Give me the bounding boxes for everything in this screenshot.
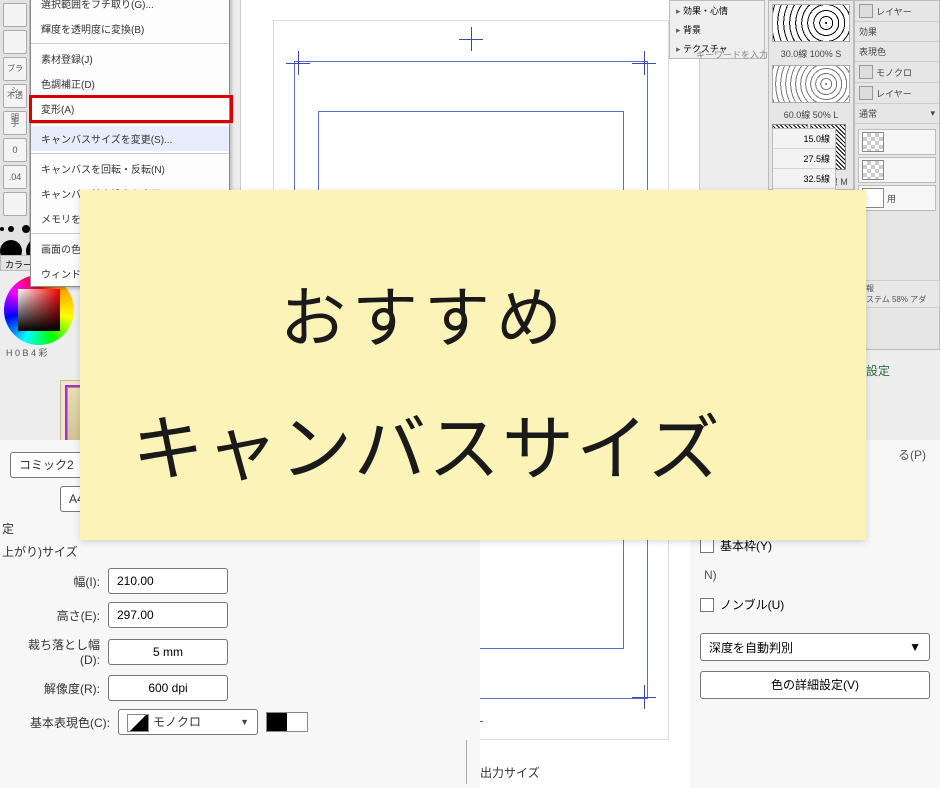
resolution-label: 解像度(R): (10, 680, 100, 697)
crop-mark (286, 51, 310, 75)
list-item[interactable]: 効果・心情 (670, 1, 764, 20)
display-color-row: 表現色 (855, 42, 939, 62)
tool-button[interactable]: ブラシ (3, 57, 27, 81)
crop-mark (632, 51, 656, 75)
annotation-text-line2: キャンバスサイズ (132, 390, 722, 495)
suffix-n: N) (690, 568, 940, 582)
mono-icon (859, 65, 873, 79)
color-readout: H 0 B 4 彩 (6, 346, 48, 359)
section-label: 上がり)サイズ (2, 543, 480, 560)
height-input[interactable] (108, 602, 228, 628)
layer-thumb (862, 160, 884, 180)
depth-dropdown[interactable]: 深度を自動判別▼ (700, 633, 930, 661)
annotation-text-line1: おすすめ (280, 265, 568, 361)
checkbox-icon (700, 598, 714, 612)
tone-caption: 30.0線 100% S (769, 45, 853, 62)
checkbox-icon (700, 539, 714, 553)
crop-mark (632, 685, 656, 709)
width-input[interactable] (108, 568, 228, 594)
tool-button[interactable] (3, 30, 27, 54)
layer-icon (859, 4, 873, 18)
basecolor-dropdown[interactable]: モノクロ ▼ (118, 709, 258, 735)
menu-item[interactable]: 変形(A) (31, 96, 229, 121)
info-tab[interactable]: 情報システム 58% アダ (854, 280, 940, 308)
tool-button[interactable]: 不透明 (3, 84, 27, 108)
divider (466, 740, 467, 784)
color-detail-button[interactable]: 色の詳細設定(V) (700, 671, 930, 699)
menu-item-change-canvas-size[interactable]: キャンバスサイズを変更(S)... (31, 126, 229, 151)
stack-icon (859, 86, 873, 100)
crop-mark (459, 27, 483, 51)
width-label: 幅(I): (10, 573, 100, 590)
tone-swatch[interactable] (772, 65, 850, 103)
tool-button[interactable] (3, 192, 27, 216)
tool-button[interactable]: 0 (3, 138, 27, 162)
tone-swatch[interactable] (772, 4, 850, 42)
basecolor-label: 基本表現色(C): (10, 714, 110, 731)
bleed-label: 裁ち落とし幅(D): (10, 636, 100, 667)
layer-row[interactable] (858, 157, 936, 183)
menu-item[interactable]: 色調補正(D) (31, 71, 229, 96)
tool-button[interactable]: 手 (3, 111, 27, 135)
layer-thumb (862, 132, 884, 152)
layer-row[interactable] (858, 129, 936, 155)
menu-item[interactable]: 輝度を透明度に変換(B) (31, 16, 229, 41)
effect-row[interactable]: 効果 (855, 22, 939, 42)
menu-item[interactable]: 素材登録(J) (31, 46, 229, 71)
tool-button[interactable]: .04 (3, 165, 27, 189)
height-label: 高さ(E): (10, 607, 100, 624)
list-item[interactable]: 27.5線 (773, 149, 835, 169)
nombre-checkbox[interactable]: ノンブル(U) (700, 596, 930, 613)
chevron-down-icon: ▼ (909, 640, 921, 654)
menu-item[interactable]: 選択範囲をフチ取り(G)... (31, 0, 229, 16)
tone-caption: 60.0線 50% L (769, 106, 853, 123)
output-size-label: 出力サイズ (480, 764, 540, 781)
list-item[interactable]: 15.0線 (773, 129, 835, 149)
mono-icon (127, 714, 149, 732)
tool-button[interactable] (3, 3, 27, 27)
list-item[interactable]: 背景 (670, 20, 764, 39)
layer-tab[interactable]: レイヤー (855, 1, 939, 22)
list-item[interactable]: 32.5線 (773, 169, 835, 189)
bleed-button[interactable]: 5 mm (108, 639, 228, 665)
search-placeholder[interactable]: キーワードを入力 (696, 48, 768, 61)
layer-button-row[interactable]: レイヤー (855, 83, 939, 104)
mono-row[interactable]: モノクロ (855, 62, 939, 83)
menu-item[interactable]: キャンバスを回転・反転(N) (31, 156, 229, 181)
bw-toggle[interactable] (266, 712, 308, 732)
layer-row[interactable]: 用 (858, 185, 936, 211)
blend-mode[interactable]: 通常▾ (855, 104, 939, 124)
chevron-down-icon: ▼ (240, 710, 249, 734)
resolution-button[interactable]: 600 dpi (108, 675, 228, 701)
